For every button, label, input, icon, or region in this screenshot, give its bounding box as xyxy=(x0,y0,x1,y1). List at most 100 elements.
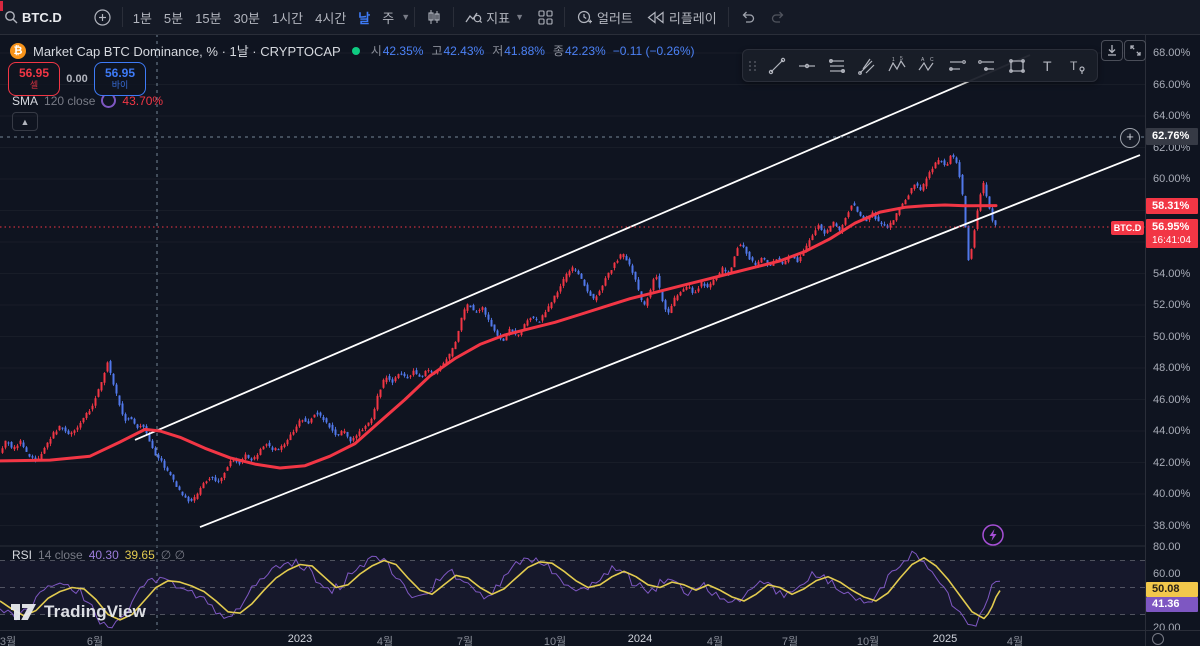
last-price: 56.95% xyxy=(1152,221,1198,235)
undo-button[interactable] xyxy=(733,4,763,30)
time-axis-tick: 3월 xyxy=(0,633,16,646)
fib-retracement-tool[interactable] xyxy=(823,53,851,79)
anchored-text-icon: T xyxy=(1067,56,1087,76)
toolbar-divider xyxy=(728,7,729,27)
top-toolbar: BTC.D 1분5분15분30분1시간4시간날주 ▼ 지표 ▼ 얼러트 리플레이 xyxy=(0,0,1200,35)
download-button[interactable] xyxy=(1101,40,1123,61)
time-axis-tick: 6월 xyxy=(87,633,103,646)
timeframe-button[interactable]: 4시간 xyxy=(309,5,352,29)
lightning-icon[interactable] xyxy=(983,525,1003,545)
anchored-text-tool[interactable]: T xyxy=(1063,53,1091,79)
price-axis-label: 38.00% xyxy=(1153,520,1190,532)
timeframe-button[interactable]: 1시간 xyxy=(266,5,309,29)
time-axis-tick: 2023 xyxy=(288,633,312,645)
short-position-icon xyxy=(977,56,997,76)
text-tool[interactable]: T xyxy=(1033,53,1061,79)
timeframe-button[interactable]: 15분 xyxy=(189,5,227,29)
indicators-button[interactable]: 지표 ▼ xyxy=(458,4,531,30)
abc-pattern-icon: AC xyxy=(917,56,937,76)
elliott-wave-tool[interactable]: 15 xyxy=(883,53,911,79)
market-status-dot xyxy=(352,47,360,55)
fullscreen-button[interactable] xyxy=(1124,40,1146,61)
redo-button[interactable] xyxy=(763,4,793,30)
symbol-search-button[interactable]: BTC.D xyxy=(0,4,69,30)
time-axis-tick: 2025 xyxy=(933,633,957,645)
timeframe-button[interactable]: 주 xyxy=(376,5,400,29)
chart-style-button[interactable] xyxy=(419,4,449,30)
axis-corner[interactable] xyxy=(1145,630,1200,646)
time-axis[interactable]: 3월6월20234월7월10월20244월7월10월20254월 xyxy=(0,630,1145,646)
svg-text:A: A xyxy=(921,57,925,63)
add-symbol-button[interactable] xyxy=(87,4,118,30)
tradingview-logo[interactable]: TradingView xyxy=(10,602,146,622)
redo-icon xyxy=(770,11,786,23)
crosshair-price-badge: 62.76% xyxy=(1146,128,1198,145)
bar-countdown: 16:41:04 xyxy=(1152,235,1198,248)
trend-line-icon xyxy=(767,56,787,76)
tradingview-mark-icon xyxy=(10,602,37,622)
drag-handle[interactable] xyxy=(749,61,757,71)
price-axis-label: 52.00% xyxy=(1153,299,1190,311)
sell-button[interactable]: 56.95 셀 xyxy=(8,62,60,96)
elliott-wave-icon: 15 xyxy=(887,56,907,76)
grid-icon xyxy=(538,10,553,25)
spread-value: 0.00 xyxy=(60,73,94,85)
long-position-icon xyxy=(947,56,967,76)
timeframe-button[interactable]: 5분 xyxy=(158,5,189,29)
trend-line-tool[interactable] xyxy=(763,53,791,79)
fib-retracement-icon xyxy=(827,56,847,76)
chevron-down-icon: ▼ xyxy=(515,12,524,22)
add-alert-button[interactable]: + xyxy=(1120,128,1140,148)
pitchfork-tool[interactable] xyxy=(853,53,881,79)
chevron-down-icon[interactable]: ▼ xyxy=(401,12,410,22)
alert-button[interactable]: 얼러트 xyxy=(569,4,640,30)
timeframe-button[interactable]: 30분 xyxy=(228,5,266,29)
symbol-legend[interactable]: ₿ Market Cap BTC Dominance, % · 1날 · CRY… xyxy=(10,41,695,60)
search-icon xyxy=(4,10,18,24)
ohlc-item: 종42.23% xyxy=(553,42,606,59)
change-value: −0.11 (−0.26%) xyxy=(613,44,695,58)
long-position-tool[interactable] xyxy=(943,53,971,79)
price-axis[interactable]: 68.00%66.00%64.00%62.00%60.00%58.00%56.0… xyxy=(1145,34,1200,630)
horizontal-line-tool[interactable] xyxy=(793,53,821,79)
buy-price: 56.95 xyxy=(105,67,135,80)
last-price-badge: 56.95% 16:41:04 xyxy=(1146,219,1198,248)
price-axis-label: 44.00% xyxy=(1153,425,1190,437)
alarm-clock-icon xyxy=(576,9,593,25)
svg-text:1: 1 xyxy=(892,57,895,63)
indicators-label: 지표 xyxy=(486,8,510,27)
price-axis-label: 60.00 xyxy=(1153,568,1181,580)
download-icon xyxy=(1107,45,1117,56)
ohlc-item: 저41.88% xyxy=(492,42,545,59)
buy-button[interactable]: 56.95 바이 xyxy=(94,62,146,96)
price-axis-label: 66.00% xyxy=(1153,79,1190,91)
horizontal-line-icon xyxy=(797,56,817,76)
tradingview-app: BTC.D 1분5분15분30분1시간4시간날주 ▼ 지표 ▼ 얼러트 리플레이 xyxy=(0,0,1200,646)
ohlc-values: 시42.35%고42.43%저41.88%종42.23% xyxy=(371,42,606,59)
price-axis-label: 46.00% xyxy=(1153,394,1190,406)
plus-circle-icon xyxy=(94,9,111,26)
rsi-empty-values: ∅ ∅ xyxy=(161,548,185,562)
alert-label: 얼러트 xyxy=(597,8,633,27)
rsi-params: 14 close xyxy=(38,548,83,562)
short-position-tool[interactable] xyxy=(973,53,1001,79)
replay-button[interactable]: 리플레이 xyxy=(640,4,724,30)
rectangle-tool[interactable] xyxy=(1003,53,1031,79)
sell-price: 56.95 xyxy=(19,67,49,80)
drawing-toolbar: 15 AC T T xyxy=(742,49,1098,82)
svg-text:T: T xyxy=(1070,59,1078,73)
layout-grid-button[interactable] xyxy=(531,4,560,30)
indicators-icon xyxy=(465,10,482,25)
timeframe-button[interactable]: 날 xyxy=(352,5,376,29)
rsi-legend[interactable]: RSI 14 close 40.30 39.65 ∅ ∅ xyxy=(12,548,185,562)
price-axis-label: 48.00% xyxy=(1153,362,1190,374)
abc-pattern-tool[interactable]: AC xyxy=(913,53,941,79)
collapse-legend-button[interactable]: ▲ xyxy=(12,112,38,131)
timeframe-button[interactable]: 1분 xyxy=(127,5,158,29)
sma-legend[interactable]: SMA 120 close 43.70% xyxy=(12,93,163,108)
symbol-price-flag: BTC.D xyxy=(1111,221,1144,235)
replay-label: 리플레이 xyxy=(669,8,717,27)
tradingview-logo-text: TradingView xyxy=(44,602,146,622)
svg-text:T: T xyxy=(1043,58,1052,74)
sma-price-badge: 58.31% xyxy=(1146,198,1198,214)
